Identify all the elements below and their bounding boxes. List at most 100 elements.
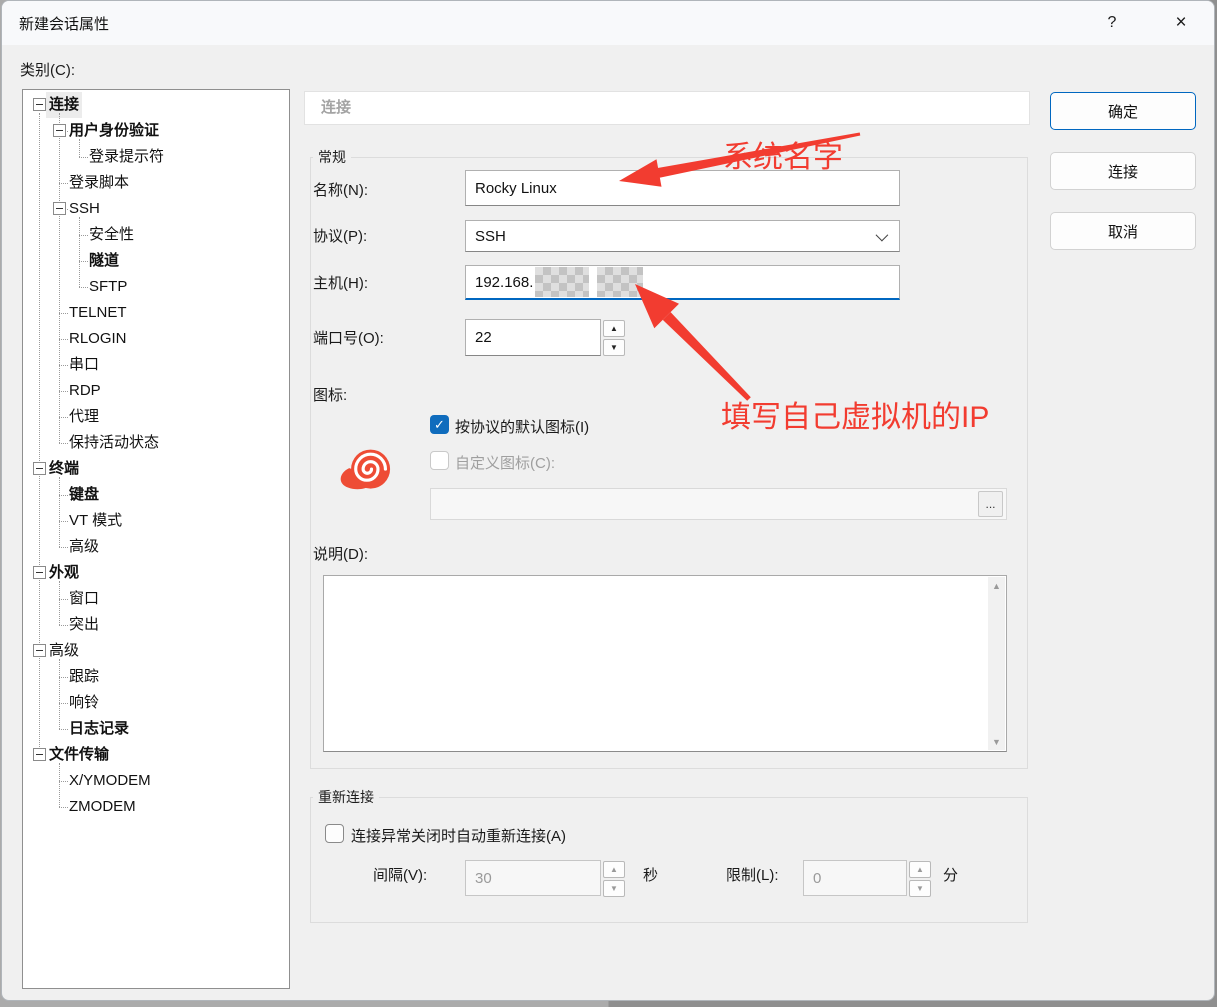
tree-item-label: 高级 xyxy=(66,534,102,560)
host-input[interactable]: 192.168. xyxy=(465,265,900,300)
limit-input[interactable]: 0 xyxy=(803,860,907,896)
spin-up-icon[interactable]: ▲ xyxy=(603,861,625,878)
tree-item[interactable]: 外观 xyxy=(23,560,289,586)
general-group: 常规 名称(N): Rocky Linux 协议(P): SSH 主机(H): … xyxy=(310,157,1028,769)
censored-ip-block xyxy=(535,267,589,297)
tree-item[interactable]: 隧道 xyxy=(23,248,289,274)
tree-item[interactable]: 终端 xyxy=(23,456,289,482)
tree-item-label: 窗口 xyxy=(66,586,102,612)
connect-button[interactable]: 连接 xyxy=(1050,152,1196,190)
collapse-minus-icon[interactable] xyxy=(33,566,46,579)
custom-icon-checkbox[interactable] xyxy=(430,451,449,470)
tree-guide-line xyxy=(59,443,68,444)
tree-item[interactable]: 连接 xyxy=(23,92,289,118)
collapse-minus-icon[interactable] xyxy=(33,98,46,111)
tree-item-label: 保持活动状态 xyxy=(66,430,162,456)
tree-item-label: 高级 xyxy=(46,638,82,664)
tree-guide-line xyxy=(59,113,60,443)
tree-item[interactable]: 登录提示符 xyxy=(23,144,289,170)
tree-guide-line xyxy=(79,217,80,287)
tree-guide-line xyxy=(59,495,68,496)
spin-up-icon[interactable]: ▲ xyxy=(603,320,625,337)
interval-input[interactable]: 30 xyxy=(465,860,601,896)
host-value: 192.168. xyxy=(475,274,533,291)
tree-item[interactable]: 文件传输 xyxy=(23,742,289,768)
tree-guide-line xyxy=(59,417,68,418)
spin-down-icon[interactable]: ▼ xyxy=(603,339,625,356)
check-icon: ✓ xyxy=(434,417,445,433)
spin-up-icon[interactable]: ▲ xyxy=(909,861,931,878)
tree-item-label: 文件传输 xyxy=(46,742,112,768)
tree-guide-line xyxy=(59,807,68,808)
tree-item-label: ZMODEM xyxy=(66,794,139,820)
scroll-down-icon[interactable]: ▼ xyxy=(988,733,1005,750)
collapse-minus-icon[interactable] xyxy=(53,124,66,137)
default-icon-checkbox[interactable]: ✓ xyxy=(430,415,449,434)
cancel-button[interactable]: 取消 xyxy=(1050,212,1196,250)
reconnect-group: 重新连接 连接异常关闭时自动重新连接(A) 间隔(V): 30 ▲ ▼ 秒 限制… xyxy=(310,797,1028,923)
browse-button[interactable]: ... xyxy=(978,491,1003,517)
tree-guide-line xyxy=(59,763,60,807)
tree-item-label: 日志记录 xyxy=(66,716,132,742)
dialog-title: 新建会话属性 xyxy=(19,13,109,34)
scroll-up-icon[interactable]: ▲ xyxy=(988,577,1005,594)
tree-item-label: SFTP xyxy=(86,274,130,300)
port-value: 22 xyxy=(475,329,492,346)
interval-value: 30 xyxy=(475,870,492,887)
port-input[interactable]: 22 xyxy=(465,319,601,356)
tree-item-label: 跟踪 xyxy=(66,664,102,690)
page-title: 连接 xyxy=(304,91,1030,125)
scrollbar[interactable]: ▲ ▼ xyxy=(988,577,1005,750)
ok-button[interactable]: 确定 xyxy=(1050,92,1196,130)
help-icon[interactable]: ? xyxy=(1097,9,1127,37)
tree-item-label: 隧道 xyxy=(86,248,122,274)
description-textarea[interactable]: ▲ ▼ xyxy=(323,575,1007,752)
collapse-minus-icon[interactable] xyxy=(33,644,46,657)
tree-guide-line xyxy=(79,235,88,236)
tree-item-label: 突出 xyxy=(66,612,102,638)
spin-down-icon[interactable]: ▼ xyxy=(603,880,625,897)
spin-down-icon[interactable]: ▼ xyxy=(909,880,931,897)
titlebar[interactable]: 新建会话属性 ? × xyxy=(2,1,1214,45)
collapse-minus-icon[interactable] xyxy=(53,202,66,215)
tree-guide-line xyxy=(59,677,68,678)
tree-guide-line xyxy=(59,391,68,392)
tree-item[interactable]: 用户身份验证 xyxy=(23,118,289,144)
new-session-properties-dialog: 新建会话属性 ? × 类别(C): 连接用户身份验证登录提示符登录脚本SSH安全… xyxy=(1,0,1215,1001)
port-label: 端口号(O): xyxy=(313,327,384,348)
auto-reconnect-checkbox[interactable] xyxy=(325,824,344,843)
collapse-minus-icon[interactable] xyxy=(33,748,46,761)
auto-reconnect-label: 连接异常关闭时自动重新连接(A) xyxy=(351,825,566,846)
tree-item-label: RLOGIN xyxy=(66,326,130,352)
annotation-name-note: 系统名字 xyxy=(723,132,843,176)
protocol-value: SSH xyxy=(475,228,506,245)
protocol-select[interactable]: SSH xyxy=(465,220,900,252)
tree-guide-line xyxy=(79,261,88,262)
tree-item-label: 用户身份验证 xyxy=(66,118,162,144)
tree-item-label: 键盘 xyxy=(66,482,102,508)
tree-item-label: 串口 xyxy=(66,352,102,378)
limit-label: 限制(L): xyxy=(726,864,779,885)
tree-item-label: 代理 xyxy=(66,404,102,430)
interval-label: 间隔(V): xyxy=(373,864,427,885)
tree-item-label: 终端 xyxy=(46,456,82,482)
annotation-host-note: 填写自己虚拟机的IP xyxy=(721,392,989,436)
tree-guide-line xyxy=(59,313,68,314)
tree-item[interactable]: SSH xyxy=(23,196,289,222)
description-label: 说明(D): xyxy=(313,543,368,564)
tree-item[interactable]: 安全性 xyxy=(23,222,289,248)
category-label: 类别(C): xyxy=(20,59,75,80)
tree-guide-line xyxy=(59,521,68,522)
limit-value: 0 xyxy=(813,870,821,887)
icon-label: 图标: xyxy=(313,384,347,405)
custom-icon-path-input[interactable]: ... xyxy=(430,488,1007,520)
collapse-minus-icon[interactable] xyxy=(33,462,46,475)
tree-item-label: VT 模式 xyxy=(66,508,125,534)
port-stepper: ▲ ▼ xyxy=(603,320,625,356)
close-icon[interactable]: × xyxy=(1166,9,1196,37)
tree-item-label: 外观 xyxy=(46,560,82,586)
tree-item[interactable]: 高级 xyxy=(23,638,289,664)
category-tree: 连接用户身份验证登录提示符登录脚本SSH安全性隧道SFTPTELNETRLOGI… xyxy=(23,90,289,988)
tree-guide-line xyxy=(59,781,68,782)
tree-item[interactable]: SFTP xyxy=(23,274,289,300)
